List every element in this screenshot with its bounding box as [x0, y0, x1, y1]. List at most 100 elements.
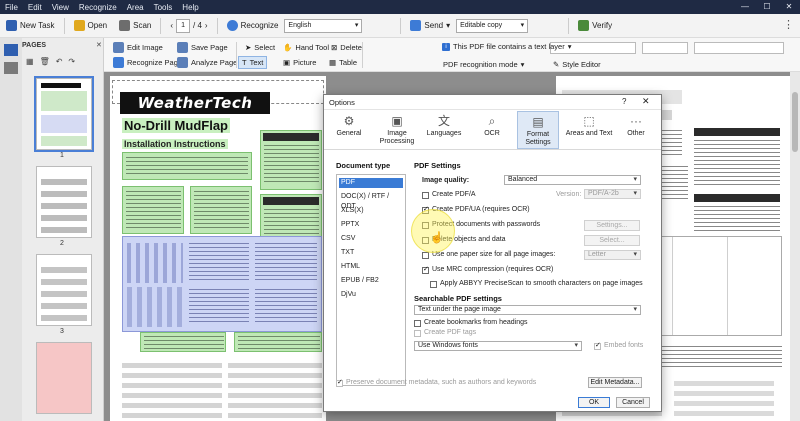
create-pdfua-checkbox[interactable] — [422, 205, 429, 214]
save-page-button[interactable]: Save Page — [174, 41, 231, 54]
embed-fonts-checkbox[interactable] — [594, 341, 601, 350]
page-next-icon[interactable]: › — [205, 21, 208, 30]
delete-area-button[interactable]: ⊠ Delete — [328, 41, 365, 54]
create-pdfa-checkbox[interactable] — [422, 192, 429, 199]
tab-format-settings[interactable]: ▤ Format Settings — [517, 111, 559, 149]
mrc-compression-checkbox[interactable] — [422, 265, 429, 274]
rotate-left-icon[interactable]: ↶ — [56, 57, 63, 66]
page-thumbnail[interactable] — [34, 76, 94, 152]
edit-image-icon — [113, 42, 124, 53]
page-number-input[interactable]: 1 — [176, 18, 191, 33]
more-options-icon[interactable]: ⋮ — [783, 18, 794, 31]
close-icon[interactable]: ✕ — [642, 96, 650, 107]
doc-type-xls[interactable]: XLS(X) — [339, 206, 403, 216]
page-grid-icon[interactable]: ▦ — [26, 57, 34, 66]
recognize-label: Recognize — [240, 21, 279, 30]
text-layer-notice: i This PDF file contains a text layer ▾ — [442, 42, 571, 51]
doc-type-txt[interactable]: TXT — [339, 248, 403, 258]
hand-tool-button[interactable]: ✋ Hand Tool — [280, 41, 332, 54]
thumb-block — [41, 136, 87, 146]
password-settings-button[interactable]: Settings... — [584, 220, 640, 231]
menu-edit[interactable]: Edit — [23, 3, 47, 12]
toolbar-divider — [63, 17, 65, 34]
menu-area[interactable]: Area — [122, 3, 149, 12]
tab-areas-and-text[interactable]: ⬚ Areas and Text — [564, 111, 614, 149]
doc-type-epub[interactable]: EPUB / FB2 — [339, 276, 403, 286]
pdf-tags-checkbox[interactable] — [414, 330, 421, 337]
tab-general[interactable]: ⚙ General — [332, 111, 366, 149]
protect-passwords-checkbox[interactable] — [422, 222, 429, 229]
page-thumbnail[interactable] — [36, 254, 92, 326]
tab-image-processing[interactable]: ▣ Image Processing — [374, 111, 420, 149]
table-area-button[interactable]: ▦ Table — [326, 56, 360, 69]
precisescan-checkbox[interactable] — [430, 281, 437, 288]
page-thumbnail[interactable] — [36, 342, 92, 414]
recognize-button[interactable]: Recognize — [221, 16, 285, 36]
doc-type-pdf[interactable]: PDF — [339, 178, 403, 188]
doc-type-doc[interactable]: DOC(X) / RTF / ODT — [339, 192, 403, 210]
font-size-field[interactable] — [642, 42, 688, 54]
tab-languages[interactable]: 文 Languages — [424, 111, 464, 149]
page-delete-icon[interactable]: 🗑 — [40, 57, 50, 66]
tab-ocr[interactable]: ⌕ OCR — [474, 111, 510, 149]
cursor-icon: ➤ — [245, 43, 252, 52]
pdfa-version-select[interactable]: PDF/A-2b — [584, 189, 641, 199]
doc-type-djvu[interactable]: DjVu — [339, 290, 403, 300]
new-task-button[interactable]: New Task — [0, 16, 61, 36]
send-button[interactable]: Send ▾ — [404, 16, 456, 36]
select-tool-button[interactable]: ➤ Select — [242, 41, 278, 54]
tab-other[interactable]: ··· Other — [618, 111, 654, 149]
page-prev-icon[interactable]: ‹ — [170, 21, 173, 30]
cancel-button[interactable]: Cancel — [616, 397, 650, 408]
searchable-mode-select[interactable]: Text under the page image — [414, 305, 641, 315]
picture-area-button[interactable]: ▣ Picture — [280, 56, 319, 69]
scan-button[interactable]: Scan — [113, 16, 157, 36]
page-thumbnail[interactable] — [36, 166, 92, 238]
menu-recognize[interactable]: Recognize — [74, 3, 122, 12]
minimize-icon[interactable]: — — [734, 0, 756, 14]
style-editor-button[interactable]: ✎ Style Editor — [550, 58, 604, 71]
image-icon: ▣ — [391, 114, 403, 128]
menu-help[interactable]: Help — [177, 3, 203, 12]
scroll-thumb[interactable] — [792, 92, 798, 152]
language-select[interactable]: English — [284, 18, 363, 33]
pages-panel-tools: ▦ 🗑 ↶ ↷ — [26, 57, 75, 66]
menu-view[interactable]: View — [47, 3, 74, 12]
info-icon: i — [442, 42, 450, 51]
doc-type-pptx[interactable]: PPTX — [339, 220, 403, 230]
dialog-title: Options — [329, 98, 355, 107]
help-icon[interactable]: ? — [622, 97, 626, 106]
text-block — [190, 186, 252, 234]
text-area-button[interactable]: T Text — [238, 56, 268, 69]
paper-size-select[interactable]: Letter — [584, 250, 641, 260]
menu-tools[interactable]: Tools — [149, 3, 178, 12]
style-field[interactable] — [694, 42, 784, 54]
pdf-recognition-mode-select[interactable]: PDF recognition mode ▾ — [440, 58, 527, 71]
verify-button[interactable]: Verify — [572, 16, 618, 36]
analyze-page-button[interactable]: Analyze Page — [174, 56, 240, 69]
paper-size-checkbox[interactable] — [422, 252, 429, 259]
doc-type-html[interactable]: HTML — [339, 262, 403, 272]
close-window-icon[interactable]: ✕ — [778, 0, 800, 14]
ok-button[interactable]: OK — [578, 397, 610, 408]
edit-image-button[interactable]: Edit Image — [110, 41, 166, 54]
close-panel-icon[interactable]: ✕ — [96, 41, 102, 49]
menu-file[interactable]: File — [0, 3, 23, 12]
warning-block — [260, 194, 322, 238]
open-button[interactable]: Open — [68, 16, 114, 36]
vertical-scrollbar[interactable] — [790, 72, 800, 421]
preserve-metadata-checkbox[interactable] — [336, 378, 343, 387]
pages-view-icon[interactable] — [4, 44, 18, 56]
list-view-icon[interactable] — [4, 62, 18, 74]
output-mode-select[interactable]: Editable copy — [456, 18, 529, 33]
options-tabs: ⚙ General ▣ Image Processing 文 Languages… — [324, 110, 661, 150]
edit-metadata-button[interactable]: Edit Metadata... — [588, 377, 642, 388]
delete-objects-checkbox[interactable] — [422, 237, 429, 244]
maximize-icon[interactable]: ☐ — [756, 0, 778, 14]
bookmarks-checkbox[interactable] — [414, 320, 421, 327]
rotate-right-icon[interactable]: ↷ — [68, 57, 75, 66]
fonts-select[interactable]: Use Windows fonts — [414, 341, 582, 351]
doc-type-csv[interactable]: CSV — [339, 234, 403, 244]
image-quality-select[interactable]: Balanced — [504, 175, 641, 185]
select-objects-button[interactable]: Select... — [584, 235, 640, 246]
